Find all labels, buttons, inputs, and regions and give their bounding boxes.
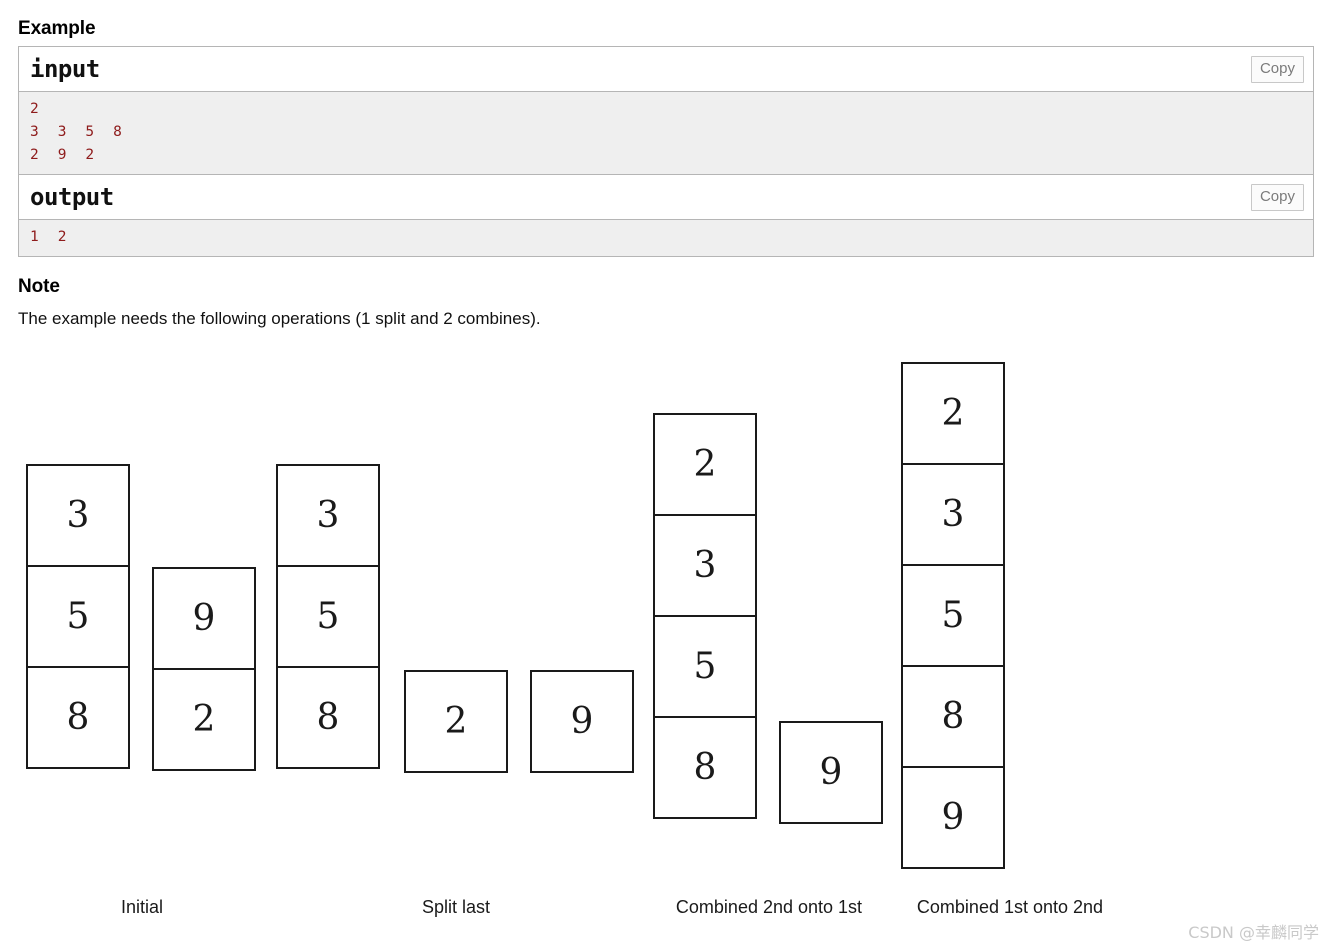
example-panel: input Copy 2 3 3 5 8 2 9 2 output Copy 1…	[18, 46, 1314, 257]
stack-cell: 2	[152, 668, 256, 771]
stack-cell: 3	[901, 463, 1005, 566]
stack-cell: 9	[901, 766, 1005, 869]
stack-cell: 9	[530, 670, 634, 773]
input-title: input	[30, 55, 100, 83]
split-stack-1: 358	[276, 464, 380, 769]
stack-cell: 5	[653, 615, 757, 718]
example-heading: Example	[18, 18, 96, 39]
split-stack-3: 9	[530, 670, 634, 773]
initial-stack-1: 358	[26, 464, 130, 769]
split-stack-2: 2	[404, 670, 508, 773]
stack-cell: 3	[276, 464, 380, 567]
output-code-line: 1 2	[30, 229, 67, 245]
input-code-line: 2	[30, 101, 40, 117]
note-heading: Note	[18, 276, 60, 297]
input-title-bar: input Copy	[19, 47, 1313, 92]
combined-2nd-onto-1st-remainder: 9	[779, 721, 883, 824]
label-combined-1st-onto-2nd: Combined 1st onto 2nd	[916, 897, 1104, 917]
input-code-line: 2 9 2	[30, 147, 95, 163]
combined-1st-onto-2nd-stack: 23589	[901, 362, 1005, 869]
stack-cell: 3	[26, 464, 130, 567]
stack-cell: 5	[901, 564, 1005, 667]
stack-cell: 3	[653, 514, 757, 617]
output-title: output	[30, 183, 114, 211]
combined-2nd-onto-1st-stack: 2358	[653, 413, 757, 819]
input-code-line: 3 3 5 8	[30, 124, 123, 140]
stack-cell: 8	[653, 716, 757, 819]
stack-cell: 8	[276, 666, 380, 769]
stack-cell: 8	[26, 666, 130, 769]
stack-cell: 2	[901, 362, 1005, 465]
initial-stack-2: 92	[152, 567, 256, 771]
note-text: The example needs the following operatio…	[18, 309, 541, 328]
stack-cell: 5	[26, 565, 130, 668]
stack-cell: 2	[404, 670, 508, 773]
output-code-body: 1 2	[19, 220, 1313, 256]
csdn-watermark: CSDN @幸麟同学	[1188, 923, 1319, 942]
stack-cell: 8	[901, 665, 1005, 768]
operations-diagram: 3 5 8 9 2 3 5 8 2 9 2 3 5 8 9 2 3 5 8 9 Initial Split last Com…	[0, 340, 1333, 940]
copy-output-button[interactable]: Copy	[1250, 184, 1304, 211]
copy-input-button[interactable]: Copy	[1250, 56, 1304, 83]
stack-cell: 2	[653, 413, 757, 516]
stack-cell: 9	[152, 567, 256, 670]
input-code-body: 2 3 3 5 8 2 9 2	[19, 92, 1313, 175]
stack-cell: 9	[779, 721, 883, 824]
stack-cell: 5	[276, 565, 380, 668]
output-title-bar: output Copy	[19, 175, 1313, 220]
